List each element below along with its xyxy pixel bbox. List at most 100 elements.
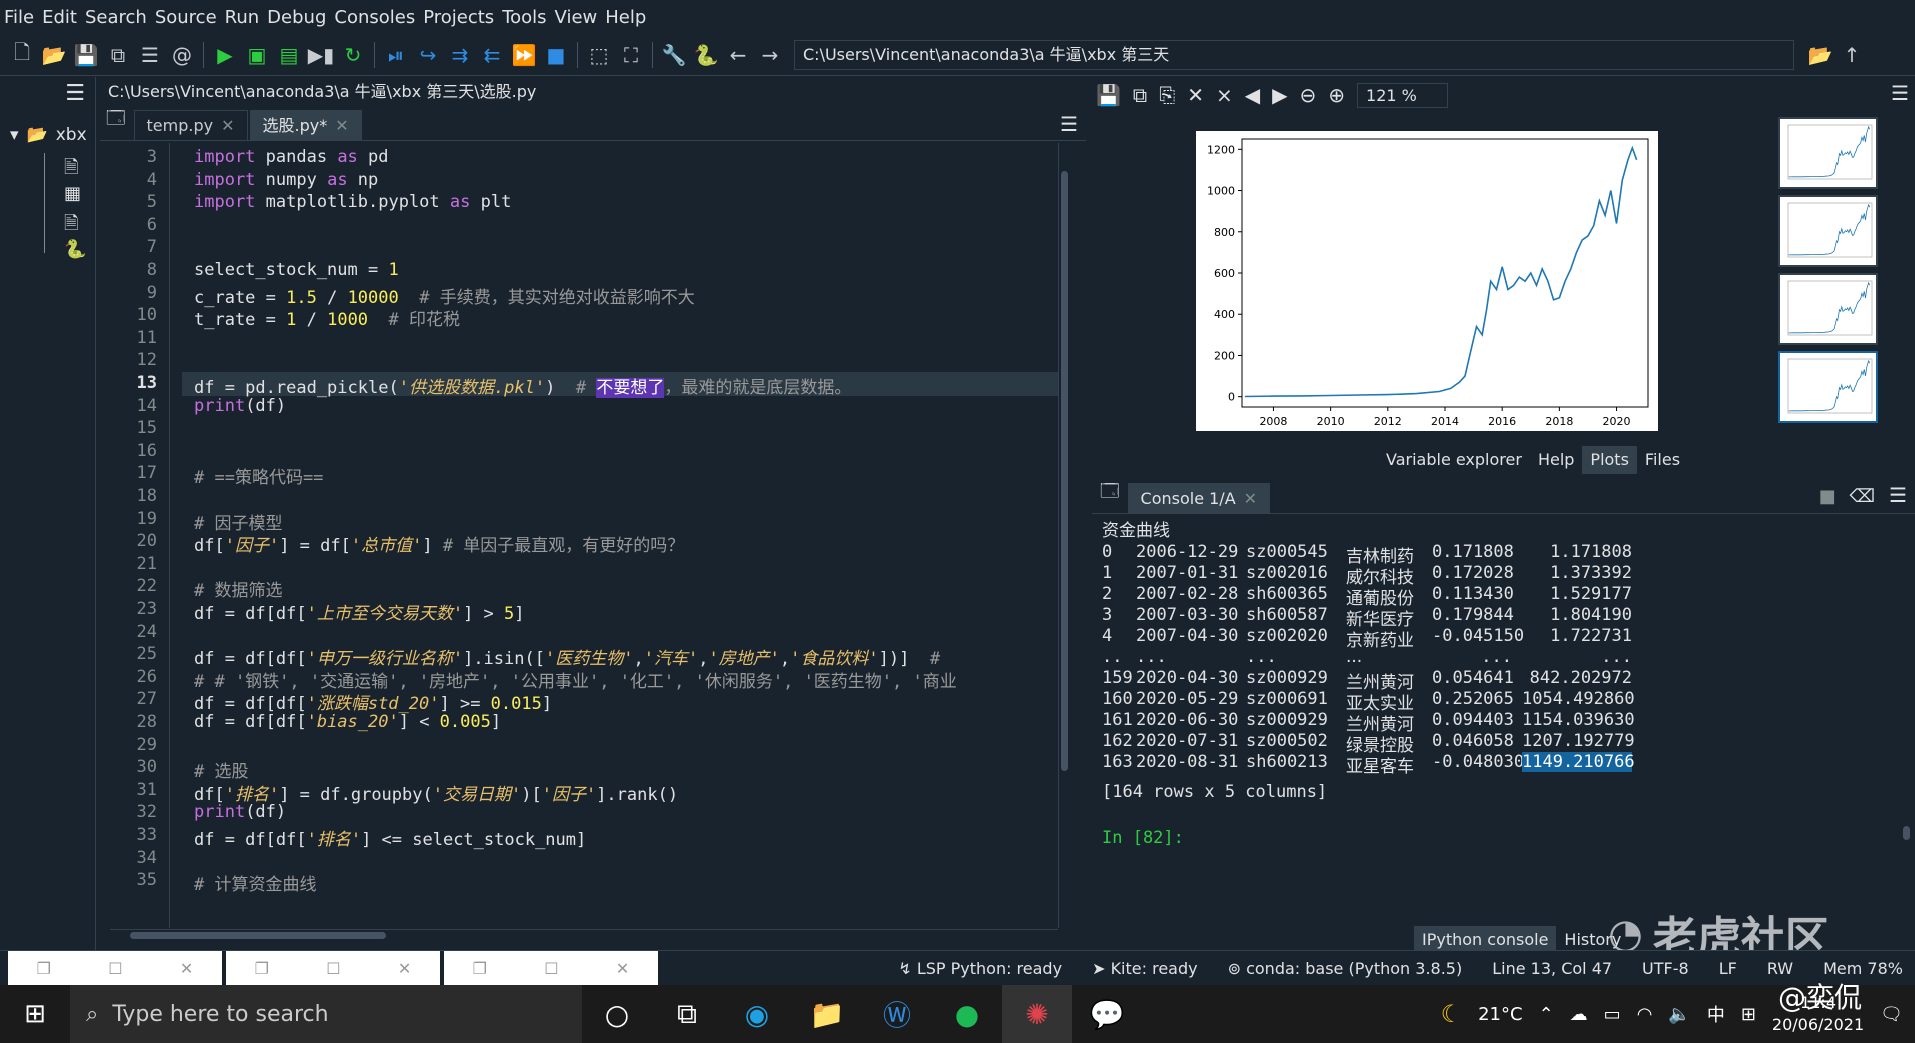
new-file-icon[interactable]: 🗋: [6, 40, 38, 70]
list-icon[interactable]: ☰: [134, 40, 166, 70]
spotify-icon[interactable]: ●: [932, 985, 1002, 1043]
step-return-icon[interactable]: ⇇: [476, 40, 508, 70]
stop-icon[interactable]: ■: [540, 40, 572, 70]
close-icon[interactable]: ✕: [1244, 484, 1257, 514]
close-icon[interactable]: ✕: [335, 111, 348, 141]
previous-plot-icon[interactable]: ◀: [1245, 83, 1260, 107]
browse-tabs-icon[interactable]: 🗔: [106, 106, 126, 136]
plot-thumbnail[interactable]: [1778, 195, 1878, 267]
vertical-scrollbar[interactable]: [1058, 143, 1070, 928]
tab-variable-explorer[interactable]: Variable explorer: [1378, 446, 1530, 474]
continue-icon[interactable]: ⏩: [508, 40, 540, 70]
tab-xuangu-py[interactable]: 选股.py* ✕: [249, 110, 362, 141]
plot-thumbnail-selected[interactable]: [1778, 351, 1878, 423]
back-arrow-icon[interactable]: ←: [722, 40, 754, 70]
menu-run[interactable]: Run: [225, 7, 266, 28]
scrollbar-thumb[interactable]: [130, 932, 386, 939]
horizontal-scrollbar[interactable]: [110, 929, 1058, 941]
save-all-icon[interactable]: ⧉: [102, 40, 134, 70]
kite-status[interactable]: ➤ Kite: ready: [1092, 959, 1198, 978]
zoom-level[interactable]: 121 %: [1357, 82, 1448, 108]
tab-temp-py[interactable]: temp.py ✕: [133, 110, 248, 141]
preferences-icon[interactable]: 🔧: [658, 40, 690, 70]
zoom-out-icon[interactable]: ⊖: [1300, 83, 1317, 107]
file-icon[interactable]: 🗎: [64, 211, 78, 241]
weather-icon[interactable]: ☾: [1441, 1000, 1463, 1028]
cortana-icon[interactable]: ○: [582, 985, 652, 1043]
spyder-icon[interactable]: ✺: [1002, 985, 1072, 1043]
table-icon[interactable]: ▦: [64, 183, 81, 204]
maximize-icon[interactable]: ☐: [326, 959, 340, 978]
edge-icon[interactable]: ◉: [722, 985, 792, 1043]
forward-arrow-icon[interactable]: →: [754, 40, 786, 70]
remove-all-plots-icon[interactable]: ⨯: [1216, 83, 1233, 107]
python-path-icon[interactable]: 🐍: [690, 40, 722, 70]
task-view-icon[interactable]: ⧉: [652, 985, 722, 1043]
debug-icon[interactable]: ⏯: [380, 40, 412, 70]
next-plot-icon[interactable]: ▶: [1272, 83, 1287, 107]
keyboard-layout-icon[interactable]: ⊞: [1741, 1004, 1756, 1025]
browse-folder-icon[interactable]: 📂: [1804, 40, 1836, 70]
python-file-icon[interactable]: 🐍: [64, 239, 86, 260]
minimized-window[interactable]: ❐ ☐ ✕: [444, 951, 658, 985]
volume-icon[interactable]: 🔈: [1668, 1004, 1690, 1025]
tab-help[interactable]: Help: [1529, 446, 1583, 474]
scrollbar-thumb[interactable]: [1903, 826, 1910, 840]
run-cell-icon[interactable]: ▣: [241, 40, 273, 70]
menu-source[interactable]: Source: [155, 7, 223, 28]
maximize-icon[interactable]: ☐: [544, 959, 558, 978]
restore-icon[interactable]: ❐: [255, 959, 269, 978]
project-folder-item[interactable]: ▾ 📂 xbx: [10, 125, 87, 145]
weather-temp[interactable]: 21°C: [1478, 1004, 1522, 1025]
save-all-plots-icon[interactable]: ⧉: [1133, 83, 1147, 107]
wifi-icon[interactable]: ◠: [1637, 1004, 1653, 1025]
step-icon[interactable]: ↪: [412, 40, 444, 70]
step-into-icon[interactable]: ⇉: [444, 40, 476, 70]
taskbar-search-box[interactable]: ⌕ Type here to search: [70, 985, 582, 1043]
close-icon[interactable]: ✕: [180, 959, 193, 978]
code-editor[interactable]: 3 4 5 6 7 8 9 10 11 12 13 14 15 16 17 18 19 20 21 22 23 24 25 2…: [110, 143, 1070, 928]
tab-plots[interactable]: Plots: [1582, 446, 1637, 474]
copy-plot-icon[interactable]: ⎘: [1159, 83, 1175, 107]
maximize-icon[interactable]: ☐: [108, 959, 122, 978]
file-explorer-icon[interactable]: 📁: [792, 985, 862, 1043]
plot-thumbnail[interactable]: [1778, 273, 1878, 345]
maximize-pane-icon[interactable]: ⬚: [583, 40, 615, 70]
menu-projects[interactable]: Projects: [423, 7, 500, 28]
at-icon[interactable]: @: [166, 40, 198, 70]
lsp-status[interactable]: ↯ LSP Python: ready: [898, 959, 1062, 978]
console-scrollbar[interactable]: [1901, 516, 1911, 846]
working-directory-path[interactable]: C:\Users\Vincent\anaconda3\a 牛逼\xbx 第三天: [794, 39, 1794, 70]
hamburger-icon[interactable]: ☰: [65, 81, 85, 106]
remove-plot-icon[interactable]: ✕: [1187, 83, 1204, 107]
rerun-icon[interactable]: ↻: [337, 40, 369, 70]
notification-icon[interactable]: 🗨: [1880, 1004, 1903, 1025]
hamburger-icon[interactable]: ☰: [1889, 483, 1907, 507]
tab-console[interactable]: Console 1/A ✕: [1127, 483, 1271, 514]
parent-directory-icon[interactable]: ↑: [1836, 40, 1868, 70]
zoom-in-icon[interactable]: ⊕: [1328, 83, 1345, 107]
stop-icon[interactable]: ■: [1819, 486, 1836, 507]
restore-icon[interactable]: ❐: [473, 959, 487, 978]
hamburger-icon[interactable]: ☰: [1891, 81, 1909, 105]
file-icon[interactable]: 🗎: [64, 155, 78, 185]
menu-tools[interactable]: Tools: [502, 7, 552, 28]
run-cell-advance-icon[interactable]: ▤: [273, 40, 305, 70]
browse-tabs-icon[interactable]: 🗔: [1100, 479, 1120, 509]
scrollbar-thumb[interactable]: [1061, 171, 1068, 771]
minimized-window[interactable]: ❐ ☐ ✕: [8, 951, 222, 985]
restore-icon[interactable]: ❐: [37, 959, 51, 978]
windows-start-icon[interactable]: ⊞: [0, 985, 70, 1043]
tab-files[interactable]: Files: [1636, 446, 1689, 474]
minimized-window[interactable]: ❐ ☐ ✕: [226, 951, 440, 985]
save-plot-icon[interactable]: 💾: [1096, 83, 1121, 107]
ime-indicator[interactable]: 中: [1707, 1001, 1725, 1027]
menu-consoles[interactable]: Consoles: [334, 7, 421, 28]
menu-edit[interactable]: Edit: [42, 7, 83, 28]
save-icon[interactable]: 💾: [70, 40, 102, 70]
close-icon[interactable]: ✕: [221, 111, 234, 141]
close-icon[interactable]: ✕: [616, 959, 629, 978]
wechat-icon[interactable]: 💬: [1072, 985, 1142, 1043]
conda-status[interactable]: ⊚ conda: base (Python 3.8.5): [1228, 959, 1463, 978]
open-file-icon[interactable]: 📂: [38, 40, 70, 70]
